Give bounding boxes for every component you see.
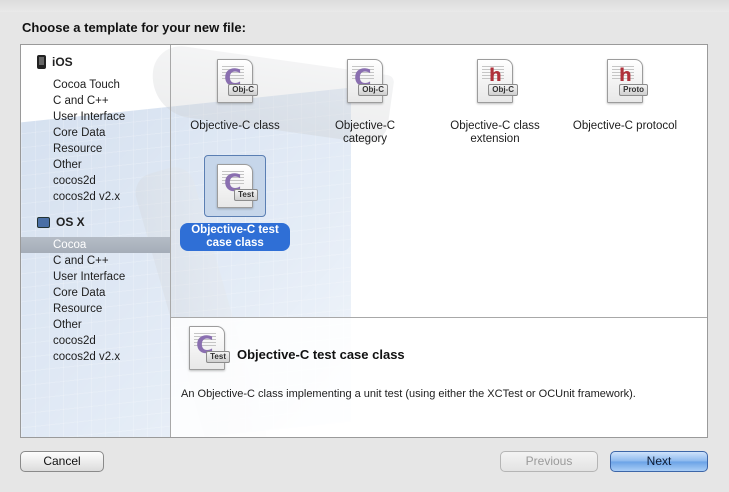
dialog-heading: Choose a template for your new file: [22, 20, 246, 35]
group-header-osx: OS X [37, 213, 85, 231]
template-label: Objective-C protocol [572, 120, 678, 132]
template-label: Objective-C category [334, 120, 396, 145]
sidebar-item-ios-cocos2d-v2[interactable]: cocos2d v2.x [21, 189, 170, 205]
template-objc-class-extension[interactable]: h Obj-C Objective-C class extension [430, 51, 560, 151]
template-objc-category[interactable]: C Obj-C Objective-C category [300, 51, 430, 151]
sidebar-item-ios-core-data[interactable]: Core Data [21, 125, 170, 141]
template-objc-protocol[interactable]: h Proto Objective-C protocol [560, 51, 690, 151]
test-case-file-icon: C Test [189, 326, 230, 370]
sidebar-item-ios-user-interface[interactable]: User Interface [21, 109, 170, 125]
sidebar-item-osx-resource[interactable]: Resource [21, 301, 170, 317]
objc-category-file-icon: C Obj-C [347, 59, 388, 103]
sidebar-item-ios-c-cpp[interactable]: C and C++ [21, 93, 170, 109]
iphone-icon [37, 55, 46, 69]
group-title: iOS [52, 55, 73, 69]
next-button[interactable]: Next [610, 451, 708, 472]
sidebar-item-ios-resource[interactable]: Resource [21, 141, 170, 157]
test-case-file-icon: C Test [217, 164, 258, 208]
sidebar-item-ios-cocos2d[interactable]: cocos2d [21, 173, 170, 189]
sidebar-item-osx-core-data[interactable]: Core Data [21, 285, 170, 301]
sidebar-item-osx-c-cpp[interactable]: C and C++ [21, 253, 170, 269]
template-label: Objective-C test case class [180, 223, 290, 251]
sidebar-item-osx-cocoa[interactable]: Cocoa [21, 237, 170, 253]
protocol-file-icon: h Proto [607, 59, 648, 103]
description-text: An Objective-C class implementing a unit… [181, 388, 636, 400]
template-category-sidebar: iOS Cocoa Touch C and C++ User Interface… [21, 45, 171, 437]
window-title-strip [0, 0, 729, 12]
group-title: OS X [56, 215, 85, 229]
template-label: Objective-C class [190, 120, 280, 132]
mac-icon [37, 216, 50, 228]
sidebar-item-osx-cocos2d-v2[interactable]: cocos2d v2.x [21, 349, 170, 365]
template-label: Objective-C class extension [450, 120, 540, 145]
description-title: Objective-C test case class [237, 347, 405, 362]
sidebar-item-osx-other[interactable]: Other [21, 317, 170, 333]
template-objc-class[interactable]: C Obj-C Objective-C class [170, 51, 300, 151]
template-description-pane: C Test Objective-C test case class An Ob… [171, 317, 707, 437]
template-chooser-panel: iOS Cocoa Touch C and C++ User Interface… [20, 44, 708, 438]
sidebar-item-osx-cocos2d[interactable]: cocos2d [21, 333, 170, 349]
objc-header-file-icon: h Obj-C [477, 59, 518, 103]
objc-file-icon: C Obj-C [217, 59, 258, 103]
sidebar-item-ios-other[interactable]: Other [21, 157, 170, 173]
previous-button[interactable]: Previous [500, 451, 598, 472]
cancel-button[interactable]: Cancel [20, 451, 104, 472]
group-header-ios: iOS [37, 53, 73, 71]
sidebar-item-ios-cocoa-touch[interactable]: Cocoa Touch [21, 77, 170, 93]
template-objc-test-case-class[interactable]: C Test Objective-C test case class [170, 155, 300, 255]
sidebar-item-osx-user-interface[interactable]: User Interface [21, 269, 170, 285]
